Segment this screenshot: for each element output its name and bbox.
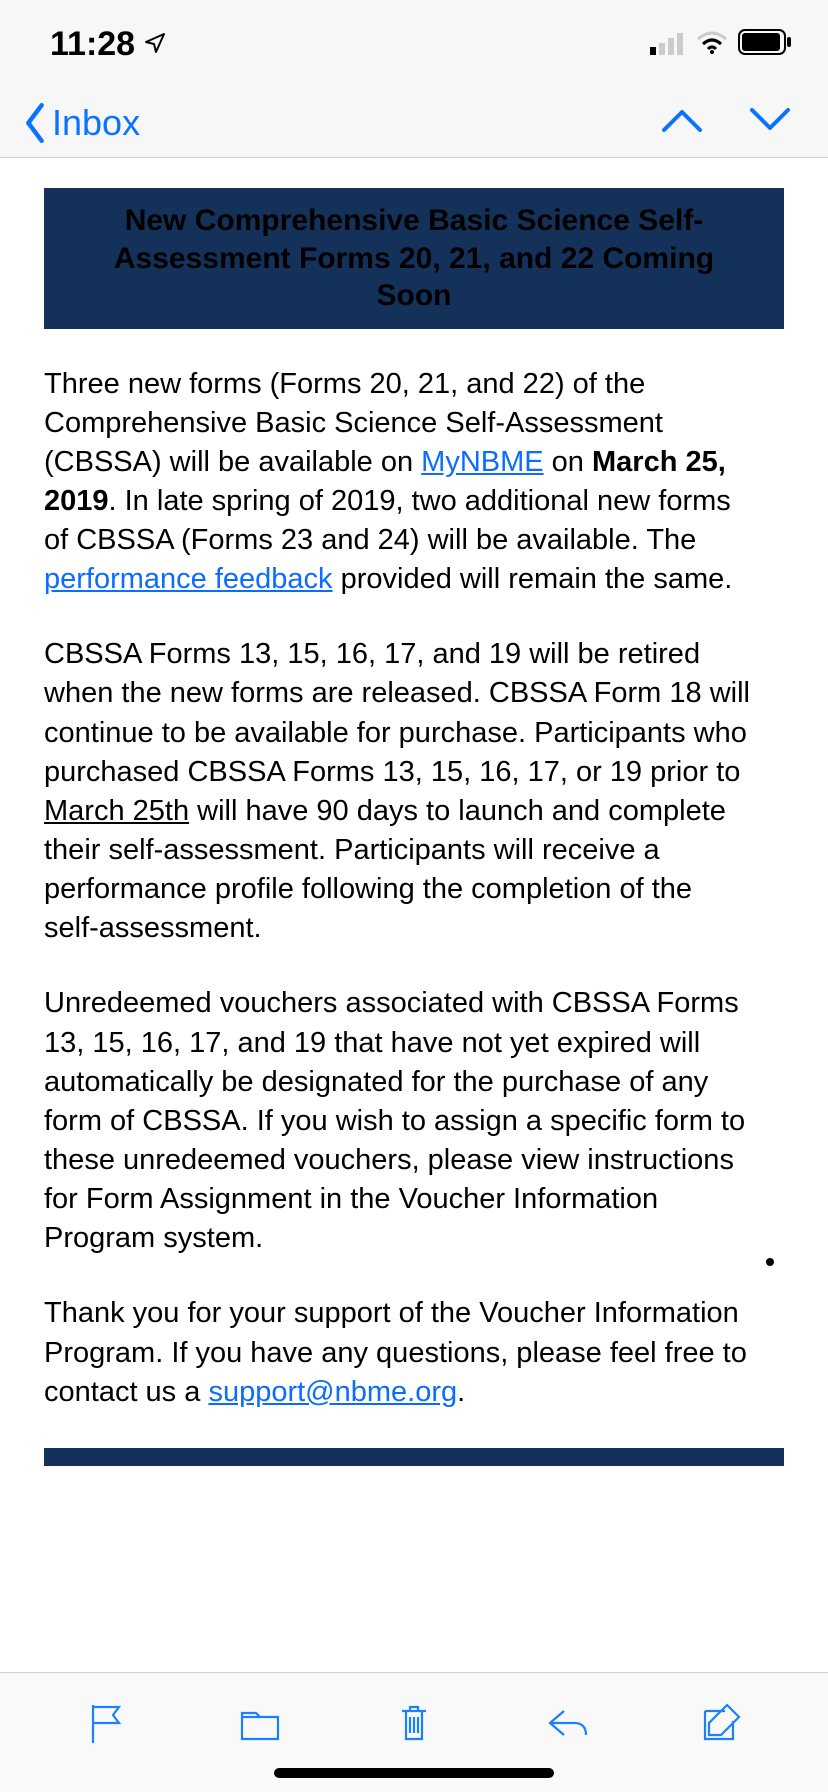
home-indicator[interactable] xyxy=(274,1768,554,1778)
back-button[interactable]: Inbox xyxy=(20,102,140,144)
compose-button[interactable] xyxy=(693,1695,749,1751)
bullet-dot xyxy=(766,1258,774,1266)
battery-icon xyxy=(738,25,792,64)
nav-right xyxy=(660,102,792,143)
paragraph-4: Thank you for your support of the Vouche… xyxy=(44,1294,784,1411)
nav-bar: Inbox xyxy=(0,88,828,158)
status-right xyxy=(650,25,792,64)
flag-button[interactable] xyxy=(79,1695,135,1751)
email-body: New Comprehensive Basic Science Self-Ass… xyxy=(0,158,828,1412)
location-icon xyxy=(143,25,167,64)
paragraph-1: Three new forms (Forms 20, 21, and 22) o… xyxy=(44,365,784,600)
move-button[interactable] xyxy=(232,1695,288,1751)
status-time: 11:28 xyxy=(50,25,135,64)
compose-icon xyxy=(697,1699,745,1747)
back-label: Inbox xyxy=(52,102,140,144)
p1-text-c: . In late spring of 2019, two additional… xyxy=(44,485,731,556)
support-email-link[interactable]: support@nbme.org xyxy=(208,1376,457,1408)
paragraph-2: CBSSA Forms 13, 15, 16, 17, and 19 will … xyxy=(44,635,784,948)
status-left: 11:28 xyxy=(50,25,167,64)
performance-feedback-link[interactable]: performance feedback xyxy=(44,563,333,595)
p2-date-underline: March 25th xyxy=(44,795,189,827)
status-bar: 11:28 xyxy=(0,0,828,88)
next-message-button[interactable] xyxy=(748,102,792,143)
trash-icon xyxy=(390,1699,438,1747)
chevron-up-icon xyxy=(660,102,704,138)
wifi-icon xyxy=(696,25,728,64)
prev-message-button[interactable] xyxy=(660,102,704,143)
folder-icon xyxy=(236,1699,284,1747)
reply-icon xyxy=(544,1699,592,1747)
p4-text-b: . xyxy=(457,1376,465,1408)
p1-text-b: on xyxy=(544,446,592,478)
mynbme-link[interactable]: MyNBME xyxy=(421,446,543,478)
flag-icon xyxy=(83,1699,131,1747)
chevron-left-icon xyxy=(20,103,50,143)
email-content[interactable]: New Comprehensive Basic Science Self-Ass… xyxy=(0,158,828,1672)
paragraph-3: Unredeemed vouchers associated with CBSS… xyxy=(44,984,784,1258)
email-banner: New Comprehensive Basic Science Self-Ass… xyxy=(44,188,784,329)
reply-button[interactable] xyxy=(540,1695,596,1751)
cellular-icon xyxy=(650,25,686,64)
delete-button[interactable] xyxy=(386,1695,442,1751)
p2-text-a: CBSSA Forms 13, 15, 16, 17, and 19 will … xyxy=(44,638,750,787)
p1-text-d: provided will remain the same. xyxy=(333,563,733,595)
divider-banner xyxy=(44,1448,784,1466)
chevron-down-icon xyxy=(748,102,792,138)
